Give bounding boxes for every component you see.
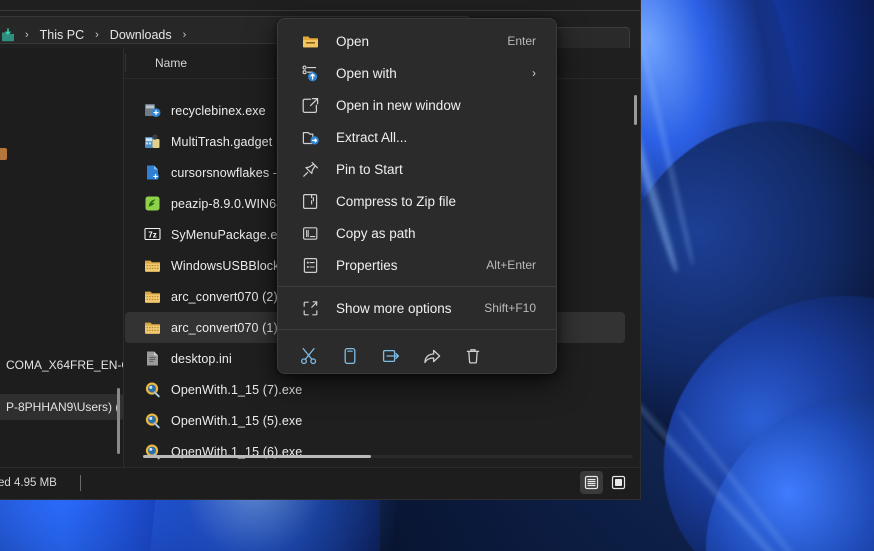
breadcrumb-this-pc[interactable]: This PC xyxy=(36,25,88,45)
nav-item-1[interactable]: P-8PHHAN9\Users) ( xyxy=(0,394,123,420)
file-row[interactable]: OpenWith.1_15 (5).exe xyxy=(125,405,625,436)
menu-item-label: Properties xyxy=(336,257,398,273)
file-name: SyMenuPackage.exe xyxy=(171,227,291,242)
gadget-icon xyxy=(144,133,161,150)
downloads-folder-icon xyxy=(0,27,16,43)
svg-text:7z: 7z xyxy=(148,230,156,239)
file-name: OpenWith.1_15 (5).exe xyxy=(171,413,303,428)
column-header-name[interactable]: Name xyxy=(155,56,187,70)
peazip-icon xyxy=(144,195,161,212)
status-divider xyxy=(80,475,81,491)
copy-icon[interactable] xyxy=(339,345,361,367)
navigation-pane[interactable]: COMA_X64FRE_EN-C P-8PHHAN9\Users) ( xyxy=(0,48,124,468)
breadcrumb-downloads[interactable]: Downloads xyxy=(106,25,176,45)
file-list-horizontal-scrollbar[interactable] xyxy=(143,455,371,458)
context-menu[interactable]: Open Enter Open with › Open in new windo… xyxy=(277,18,557,374)
rename-icon[interactable] xyxy=(380,345,402,367)
open-with-icon xyxy=(300,63,320,83)
document-blue-icon xyxy=(144,164,161,181)
menu-item-accelerator: Shift+F10 xyxy=(484,301,536,315)
openwith-icon xyxy=(144,412,161,429)
zip-folder-icon xyxy=(144,288,161,305)
menu-item-label: Copy as path xyxy=(336,225,416,241)
delete-icon[interactable] xyxy=(462,345,484,367)
menu-item-label: Show more options xyxy=(336,300,452,316)
file-name: recyclebinex.exe xyxy=(171,103,266,118)
ini-file-icon xyxy=(144,350,161,367)
menu-item-label: Extract All... xyxy=(336,129,408,145)
nav-item-label: COMA_X64FRE_EN-C xyxy=(6,358,124,372)
menu-item-show-more-options[interactable]: Show more options Shift+F10 xyxy=(282,292,552,324)
compress-zip-icon xyxy=(300,191,320,211)
app-exe-icon xyxy=(144,102,161,119)
menu-item-pin-to-start[interactable]: Pin to Start xyxy=(282,153,552,185)
menu-item-label: Open with xyxy=(336,65,397,81)
share-icon[interactable] xyxy=(421,345,443,367)
nav-item-label: P-8PHHAN9\Users) ( xyxy=(6,400,120,414)
menu-item-label: Pin to Start xyxy=(336,161,403,177)
menu-item-accelerator: Alt+Enter xyxy=(486,258,536,272)
menu-item-copy-as-path[interactable]: Copy as path xyxy=(282,217,552,249)
menu-separator xyxy=(278,286,556,287)
menu-item-label: Open in new window xyxy=(336,97,461,113)
openwith-icon xyxy=(144,381,161,398)
properties-icon xyxy=(300,255,320,275)
chevron-right-icon: › xyxy=(532,66,536,80)
file-name: desktop.ini xyxy=(171,351,232,366)
file-name: MultiTrash.gadget xyxy=(171,134,273,149)
context-menu-icon-bar xyxy=(278,335,556,373)
large-icons-view-button[interactable] xyxy=(607,471,630,494)
menu-item-open[interactable]: Open Enter xyxy=(282,25,552,57)
menu-item-extract-all[interactable]: Extract All... xyxy=(282,121,552,153)
breadcrumb: › This PC › Downloads › xyxy=(0,22,193,48)
menu-item-open-in-new-window[interactable]: Open in new window xyxy=(282,89,552,121)
show-more-options-icon xyxy=(300,298,320,318)
menu-item-label: Open xyxy=(336,33,370,49)
zip-folder-icon xyxy=(144,319,161,336)
breadcrumb-chevron-icon: › xyxy=(95,29,99,41)
file-list-vertical-scrollbar[interactable] xyxy=(634,95,637,125)
menu-item-open-with[interactable]: Open with › xyxy=(282,57,552,89)
file-row[interactable]: OpenWith.1_15 (7).exe xyxy=(125,374,625,405)
breadcrumb-chevron-icon[interactable]: › xyxy=(176,29,194,41)
status-text: ed 4.95 MB xyxy=(0,477,57,489)
menu-separator xyxy=(278,329,556,330)
copy-as-path-icon xyxy=(300,223,320,243)
cut-icon[interactable] xyxy=(298,345,320,367)
view-buttons xyxy=(580,471,630,494)
menu-item-properties[interactable]: Properties Alt+Enter xyxy=(282,249,552,281)
breadcrumb-chevron-icon: › xyxy=(25,29,29,41)
new-window-icon xyxy=(300,95,320,115)
nav-pane-scrollbar[interactable] xyxy=(117,388,120,454)
menu-item-accelerator: Enter xyxy=(507,34,536,48)
menu-item-label: Compress to Zip file xyxy=(336,193,457,209)
file-name: OpenWith.1_15 (7).exe xyxy=(171,382,303,397)
details-view-button[interactable] xyxy=(580,471,603,494)
folder-open-icon xyxy=(300,31,320,51)
extract-all-icon xyxy=(300,127,320,147)
file-name: WindowsUSBBlocker. xyxy=(171,258,294,273)
sevenzip-icon: 7z xyxy=(144,226,161,243)
file-row[interactable]: OpenWith.1_15 (6).exe xyxy=(125,436,625,467)
pin-icon xyxy=(300,159,320,179)
column-divider[interactable] xyxy=(125,54,126,72)
zip-folder-icon xyxy=(144,257,161,274)
file-name: cursorsnowflakes - 1. xyxy=(171,165,292,180)
nav-item-0[interactable]: COMA_X64FRE_EN-C xyxy=(0,352,124,378)
menu-item-compress-to-zip[interactable]: Compress to Zip file xyxy=(282,185,552,217)
status-bar: ed 4.95 MB xyxy=(0,467,640,499)
nav-drive-icon xyxy=(0,148,7,160)
